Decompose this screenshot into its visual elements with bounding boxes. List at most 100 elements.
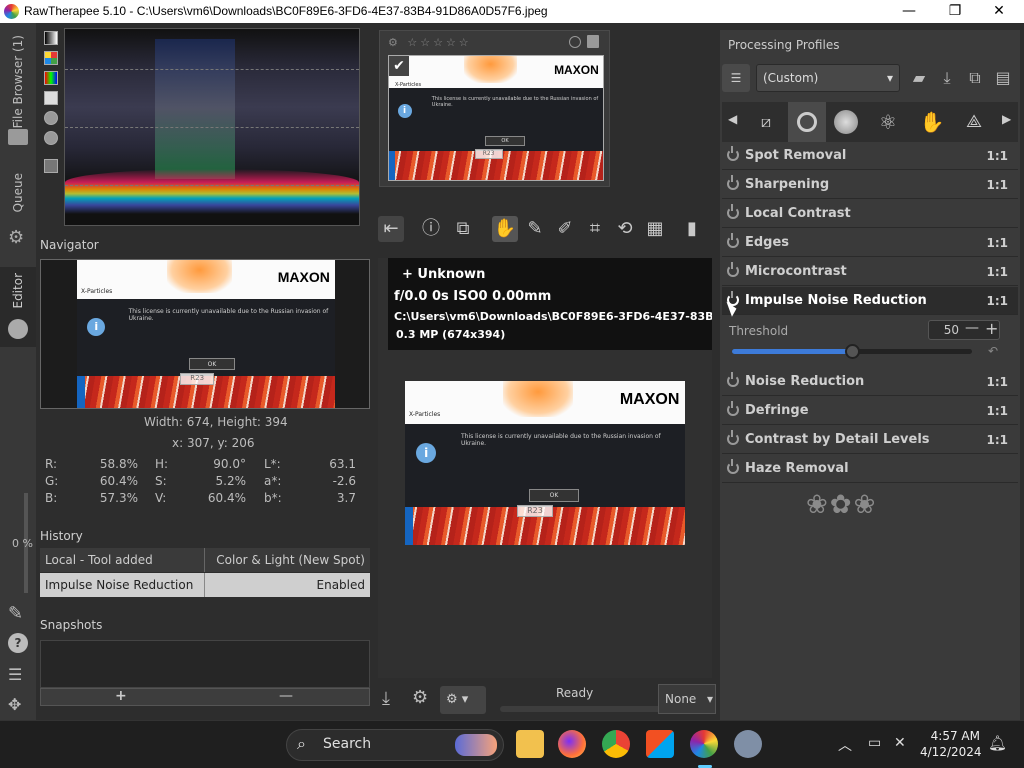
image-r23: R23 [474,148,503,159]
tab-color-icon[interactable] [834,110,858,134]
histogram-luminance-icon[interactable] [44,31,58,45]
rating-stars[interactable]: ⚙ ☆☆☆☆☆ [388,36,472,49]
histogram-mode-icon[interactable] [44,91,58,105]
tab-local-icon[interactable]: ✋ [918,108,946,136]
clock-time[interactable]: 4:57 AM [926,729,980,743]
remove-snapshot-button[interactable]: — [279,688,293,704]
info-toggle-icon[interactable]: ⓘ [418,216,444,242]
straighten-icon[interactable]: ⟲ [612,216,638,242]
tab-detail-icon[interactable] [788,102,826,142]
volume-muted-icon[interactable]: ✕ [894,735,906,751]
power-icon[interactable] [727,204,739,219]
power-icon[interactable] [727,459,739,474]
threshold-slider-knob[interactable] [845,344,860,359]
notification-bell-icon[interactable]: 🔔︎ [988,734,1007,752]
power-icon[interactable] [727,175,739,190]
before-after-icon[interactable]: ⧉ [450,216,476,242]
sliders-icon[interactable]: ☰ [8,665,28,685]
profile-list-icon[interactable]: ☰ [722,64,750,92]
power-icon[interactable] [727,401,739,416]
rawtherapee-taskbar-icon[interactable] [690,730,718,758]
checkmark-icon[interactable]: ✔ [389,56,409,76]
histogram-waveform-icon[interactable] [44,111,58,125]
tool-haze-removal[interactable]: Haze Removal [722,455,1018,483]
profile-dropdown[interactable]: (Custom) ▾ [756,64,900,92]
threshold-slider-track[interactable] [732,344,972,359]
tool-sharpening[interactable]: Sharpening 1:1 [722,171,1018,199]
file-explorer-icon[interactable] [516,730,544,758]
tab-transform-icon[interactable]: ⟁ [960,108,988,136]
tab-editor[interactable]: Editor [0,267,36,347]
tray-chevron-icon[interactable]: ︿ [838,735,852,755]
histogram-bar-icon[interactable] [44,159,58,173]
power-icon[interactable] [727,372,739,387]
reset-icon[interactable]: ↶ [988,344,998,358]
power-icon[interactable] [727,146,739,161]
tool-spot-removal[interactable]: Spot Removal 1:1 [722,142,1018,170]
edit-icon[interactable]: ✎ [8,603,30,625]
filmstrip-thumbnail[interactable]: MAXON ✔ X-Particles i This license is cu… [388,55,604,181]
tool-noise-reduction[interactable]: Noise Reduction 1:1 [722,368,1018,396]
trash-icon[interactable] [587,35,599,48]
tab-advanced-icon[interactable]: ⚛ [874,108,902,136]
network-icon[interactable]: ▭ [868,735,881,751]
tool-edges[interactable]: Edges 1:1 [722,229,1018,257]
power-icon[interactable] [727,430,739,445]
snapshots-list[interactable] [40,640,370,688]
firefox-icon[interactable] [558,730,586,758]
tool-defringe[interactable]: Defringe 1:1 [722,397,1018,425]
copy-profile-icon[interactable]: ⧉ [962,64,988,92]
open-profile-icon[interactable]: ▰ [906,64,932,92]
close-button[interactable]: ✕ [976,0,1022,23]
power-icon[interactable] [727,262,739,277]
folder-icon[interactable] [8,129,28,145]
tool-local-contrast[interactable]: Local Contrast [722,200,1018,228]
histogram-vectorscope-icon[interactable] [44,131,58,145]
chrome-icon[interactable] [602,730,630,758]
tab-queue[interactable]: Queue [0,173,36,223]
threshold-increment[interactable]: + [985,319,998,338]
clock-date[interactable]: 4/12/2024 [920,745,982,759]
taskbar-search[interactable]: ⌕ Search [286,729,504,761]
threshold-spinner[interactable]: 50 — + [928,319,1000,340]
history-row-selected[interactable]: Impulse Noise Reduction Enabled [40,573,370,597]
navigator-image: MAXON X-Particles i This license is curr… [77,260,335,408]
threshold-decrement[interactable]: — [965,320,979,336]
help-icon[interactable]: ? [8,633,28,653]
toolbar-overflow-icon[interactable]: ▮ [686,216,698,242]
zoom-select[interactable]: None ▾ [658,684,716,714]
paste-profile-icon[interactable]: ▤ [990,64,1016,92]
save-profile-icon[interactable]: ⤓ [934,64,960,92]
crop-icon[interactable]: ⌗ [582,216,608,242]
tool-microcontrast[interactable]: Microcontrast 1:1 [722,258,1018,286]
history-row[interactable]: Local - Tool added Color & Light (New Sp… [40,548,370,572]
perspective-icon[interactable]: ▦ [642,216,668,242]
toggle-left-panel-icon[interactable]: ⇤ [378,216,404,242]
color-label-icon[interactable] [569,36,581,48]
minimize-button[interactable]: — [886,0,932,23]
settings-icon[interactable] [734,730,762,758]
tool-contrast-by-detail-levels[interactable]: Contrast by Detail Levels 1:1 [722,426,1018,454]
navigator-preview[interactable]: MAXON X-Particles i This license is curr… [40,259,370,409]
tool-impulse-noise-reduction[interactable]: Impulse Noise Reduction 1:1 [722,287,1018,315]
maximize-button[interactable]: ❐ [932,0,978,23]
external-editor-button[interactable]: ⚙ ▾ [440,686,486,714]
white-balance-picker-icon[interactable]: ✎ [522,216,548,242]
info-icon: i [397,104,412,118]
histogram-channels-icon[interactable] [44,51,58,65]
tab-exposure-icon[interactable]: ⧄ [752,108,780,136]
color-picker-icon[interactable]: ✐ [552,216,578,242]
hand-tool-icon[interactable]: ✋ [492,216,518,242]
store-icon[interactable] [646,730,674,758]
tabs-left-arrow-icon[interactable]: ◀ [728,112,737,126]
l-label: L*: [264,457,281,471]
queue-gear-icon[interactable]: ⚙ [412,687,434,709]
save-icon[interactable]: ⤓ [382,688,404,710]
add-snapshot-button[interactable]: + [115,688,127,704]
move-icon[interactable]: ✥ [8,695,28,715]
histogram-rgb-icon[interactable] [44,71,58,85]
tab-file-browser[interactable]: File Browser (1) [0,31,36,141]
tabs-right-arrow-icon[interactable]: ▶ [1002,112,1011,126]
gears-icon[interactable]: ⚙ [8,227,28,248]
power-icon[interactable] [727,233,739,248]
